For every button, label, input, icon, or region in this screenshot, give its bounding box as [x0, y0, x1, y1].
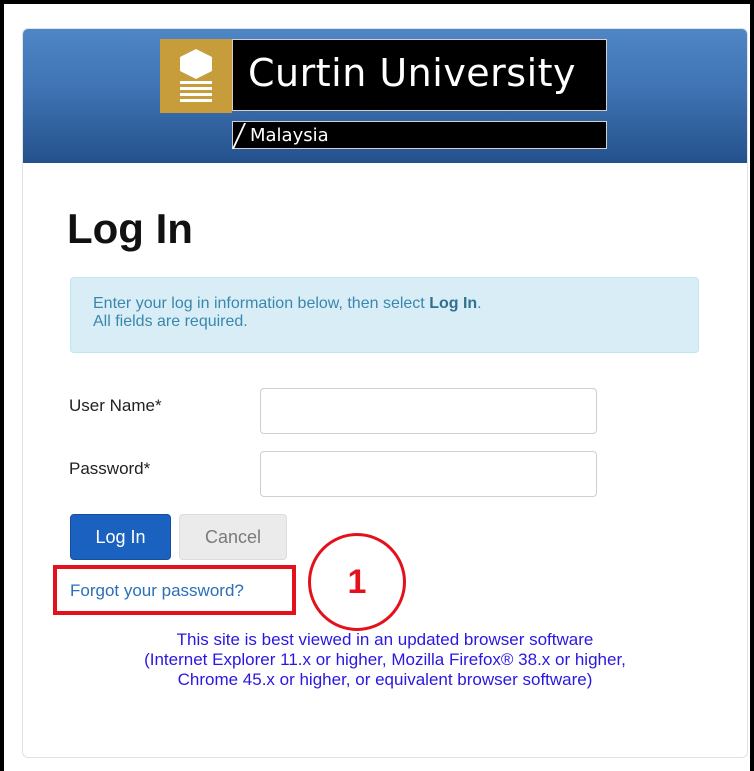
username-label: User Name* [69, 396, 162, 415]
callout-number-badge: 1 [308, 533, 406, 631]
cancel-button[interactable]: Cancel [179, 514, 287, 560]
login-button[interactable]: Log In [70, 514, 171, 560]
page-title: Log In [67, 205, 193, 252]
logo-title: Curtin University [248, 51, 577, 95]
forgot-password-link[interactable]: Forgot your password? [70, 581, 244, 601]
header-banner: Curtin University Malaysia [23, 29, 747, 163]
password-input[interactable] [260, 451, 597, 497]
info-line2-text: All fields are required. [93, 313, 248, 330]
info-line1-suffix: . [477, 295, 482, 312]
note-line1: This site is best viewed in an updated b… [176, 630, 594, 649]
logo-subtitle: Malaysia [250, 125, 329, 146]
crest-icon [180, 49, 212, 102]
info-alert: Enter your log in information below, the… [70, 277, 699, 353]
info-line1-bold: Log In [429, 295, 478, 312]
login-card: Curtin University Malaysia Log In Enter … [22, 28, 748, 758]
note-line3: Chrome 45.x or higher, or equivalent bro… [177, 670, 593, 689]
browser-recommendation-note: This site is best viewed in an updated b… [23, 630, 747, 690]
logo-crest-tile [160, 39, 232, 113]
curtin-logo: Curtin University Malaysia [160, 39, 610, 151]
username-input[interactable] [260, 388, 597, 434]
password-label: Password* [69, 459, 151, 478]
note-line2: (Internet Explorer 11.x or higher, Mozil… [144, 650, 626, 669]
info-line1-text: Enter your log in information below, the… [93, 295, 430, 312]
